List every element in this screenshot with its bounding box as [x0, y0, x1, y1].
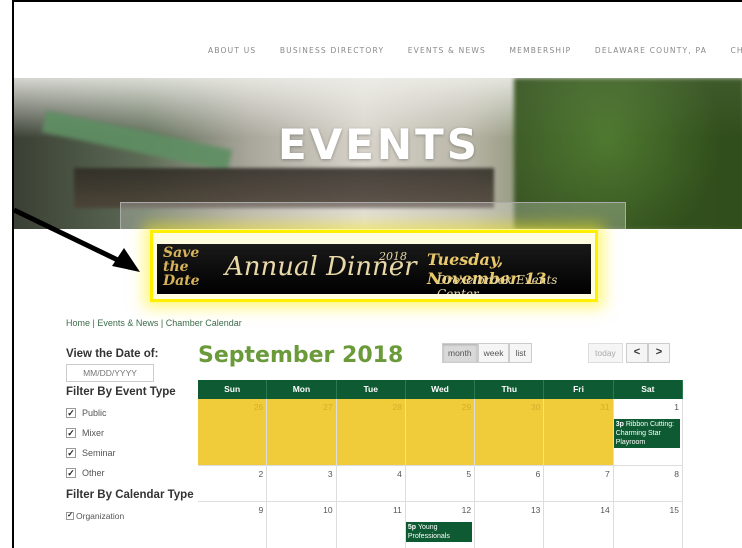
calendar-day-cell[interactable]: 2	[198, 466, 268, 501]
breadcrumb[interactable]: Home | Events & News | Chamber Calendar	[66, 318, 242, 328]
checkbox-checked-icon[interactable]: ✓	[66, 408, 76, 418]
calendar-day-cell[interactable]: 31	[544, 399, 614, 465]
day-number: 28	[392, 402, 402, 412]
weekday-header: Sun Mon Tue Wed Thu Fri Sat	[198, 380, 683, 399]
calendar-day-cell[interactable]: 4	[337, 466, 406, 501]
today-button[interactable]: today	[588, 343, 623, 363]
calendar-day-cell[interactable]: 7	[544, 466, 614, 501]
day-number: 5	[466, 469, 472, 479]
calendar-day-cell[interactable]: 9	[198, 502, 268, 548]
page-title: EVENTS	[278, 120, 480, 169]
checkbox-checked-icon[interactable]: ✓	[66, 428, 76, 438]
day-number: 3	[327, 469, 333, 479]
weekday-label: Fri	[544, 380, 614, 399]
nav-events-news[interactable]: EVENTS & NEWS	[408, 46, 486, 55]
calendar-day-cell[interactable]: 15	[614, 502, 683, 548]
weekday-label: Sun	[198, 380, 268, 399]
filter-public[interactable]: ✓ Public	[66, 408, 194, 418]
calendar-weeks: 26 27 28 29 30 31 1 3p Ribbon Cutting: Charming…	[198, 399, 683, 548]
weekday-label: Sat	[614, 380, 683, 399]
day-number: 31	[600, 402, 610, 412]
day-number: 29	[461, 402, 472, 412]
save-the-date-ad[interactable]: Save the Date Annual Dinner 2018 Tuesday…	[157, 244, 591, 294]
day-number: 6	[535, 469, 541, 479]
date-input[interactable]	[66, 364, 154, 382]
day-number: 12	[461, 505, 472, 515]
calendar-day-cell[interactable]: 29	[405, 399, 476, 465]
hero-banner: EVENTS	[14, 78, 742, 229]
calendar-month-title: September 2018	[198, 343, 404, 368]
save-the-date-text: Save the Date	[163, 245, 200, 289]
checkbox-checked-icon[interactable]: ✓	[66, 512, 74, 520]
next-month-icon[interactable]: >	[648, 343, 670, 363]
calendar-day-cell[interactable]: 11	[337, 502, 406, 548]
filter-sidebar: View the Date of: Filter By Event Type ✓…	[66, 348, 194, 521]
day-number: 8	[674, 469, 679, 479]
calendar-grid: Sun Mon Tue Wed Thu Fri Sat 26 27 28 29 30 31…	[198, 380, 683, 548]
calendar-week-row: 9 10 11 12 5p Young Professionals 13 14 15	[198, 502, 683, 548]
nav-chamber[interactable]: CHAMBER FO	[731, 46, 742, 55]
day-number: 27	[323, 402, 333, 412]
nav-about-us[interactable]: ABOUT US	[208, 46, 256, 55]
filter-organization[interactable]: ✓ Organization	[66, 511, 194, 521]
prev-month-icon[interactable]: <	[626, 343, 648, 363]
event-venue: Drexelbrook Events Center	[437, 273, 558, 294]
view-list-button[interactable]: list	[509, 343, 532, 363]
highlighted-banner[interactable]: Save the Date Annual Dinner 2018 Tuesday…	[150, 230, 598, 302]
hero-outline-box	[120, 202, 626, 229]
view-date-heading: View the Date of:	[66, 348, 159, 360]
day-number: 13	[530, 505, 541, 515]
filter-seminar[interactable]: ✓ Seminar	[66, 448, 194, 458]
calendar-day-cell[interactable]: 10	[267, 502, 337, 548]
calendar-day-cell[interactable]: 3	[267, 466, 337, 501]
day-number: 15	[669, 505, 679, 515]
day-number: 2	[258, 469, 264, 479]
day-number: 14	[600, 505, 610, 515]
calendar-type-heading: Filter By Calendar Type	[66, 489, 194, 501]
day-number: 26	[253, 402, 264, 412]
month-navigation: < >	[626, 343, 670, 363]
checkbox-checked-icon[interactable]: ✓	[66, 468, 76, 478]
calendar-day-cell[interactable]: 8	[614, 466, 683, 501]
weekday-label: Tue	[337, 380, 406, 399]
calendar-day-cell[interactable]: 12 5p Young Professionals	[405, 502, 476, 548]
view-week-button[interactable]: week	[477, 343, 510, 363]
calendar-day-cell[interactable]: 26	[198, 399, 268, 465]
weekday-label: Mon	[267, 380, 337, 399]
day-number: 4	[397, 469, 402, 479]
event-year: 2018	[379, 250, 407, 263]
calendar-day-cell[interactable]: 1 3p Ribbon Cutting: Charming Star Playro…	[613, 399, 683, 465]
calendar-day-cell[interactable]: 6	[475, 466, 545, 501]
calendar-day-cell[interactable]: 27	[267, 399, 337, 465]
calendar-week-row: 26 27 28 29 30 31 1 3p Ribbon Cutting: Charming…	[198, 399, 683, 466]
view-switcher: month week list	[442, 343, 532, 363]
checkbox-checked-icon[interactable]: ✓	[66, 448, 76, 458]
weekday-label: Wed	[406, 380, 476, 399]
top-navigation: ABOUT US BUSINESS DIRECTORY EVENTS & NEW…	[14, 2, 742, 78]
calendar-week-row: 2 3 4 5 6 7 8	[198, 466, 683, 502]
calendar-event[interactable]: 3p Ribbon Cutting: Charming Star Playroo…	[613, 419, 680, 448]
calendar-day-cell[interactable]: 30	[475, 399, 545, 465]
calendar-day-cell[interactable]: 14	[544, 502, 614, 548]
browser-frame: ABOUT US BUSINESS DIRECTORY EVENTS & NEW…	[12, 0, 742, 548]
nav-business-directory[interactable]: BUSINESS DIRECTORY	[280, 46, 384, 55]
day-number: 7	[604, 469, 610, 479]
calendar-day-cell[interactable]: 13	[475, 502, 545, 548]
day-number: 30	[530, 402, 541, 412]
filter-other[interactable]: ✓ Other	[66, 468, 194, 478]
day-number: 11	[393, 505, 402, 515]
event-type-heading: Filter By Event Type	[66, 386, 176, 398]
calendar-day-cell[interactable]: 5	[406, 466, 476, 501]
day-number: 1	[674, 402, 679, 412]
day-number: 9	[258, 505, 264, 515]
nav-membership[interactable]: MEMBERSHIP	[509, 46, 571, 55]
day-number: 10	[323, 505, 333, 515]
filter-mixer[interactable]: ✓ Mixer	[66, 428, 194, 438]
view-month-button[interactable]: month	[442, 343, 478, 363]
calendar-event[interactable]: 5p Young Professionals	[405, 522, 473, 542]
nav-delaware-county[interactable]: DELAWARE COUNTY, PA	[595, 46, 707, 55]
calendar-day-cell[interactable]: 28	[336, 399, 406, 465]
weekday-label: Thu	[475, 380, 545, 399]
